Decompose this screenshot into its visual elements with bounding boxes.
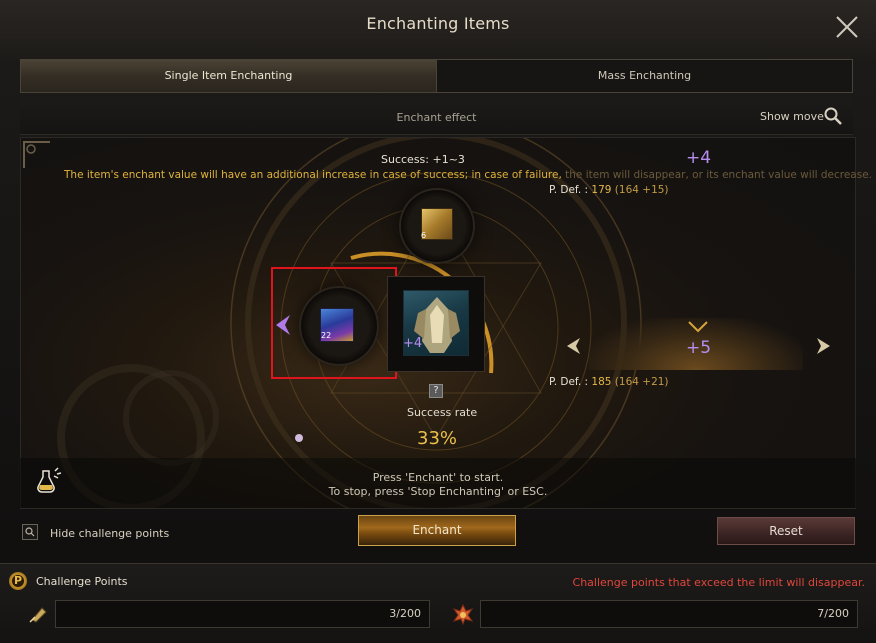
current-pdef-label: P. Def. : [549,184,592,196]
crest-challenge-icon[interactable] [452,603,474,625]
scroll-challenge-icon[interactable] [28,604,48,624]
chevron-down-icon [688,321,708,333]
scroll-count: 6 [421,231,427,240]
challenge-points-icon: P [9,572,27,590]
current-enchant-level: +4 [686,148,712,168]
next-pdef-detail: (164 +21) [611,376,669,388]
magnifier-icon[interactable] [823,106,843,126]
next-pdef-label: P. Def. : [549,376,592,388]
success-rate-value: 33% [417,428,458,449]
enchanting-window: Enchanting Items Single Item Enchanting … [0,0,876,643]
success-range-text: Success: +1~3 [381,153,465,166]
previous-level-arrow-icon[interactable] [564,336,582,356]
title-bar: Enchanting Items [0,0,876,52]
next-enchant-level: +5 [686,338,712,358]
next-pdef: P. Def. : 185 (164 +21) [549,376,669,388]
current-pdef-value: 179 [591,184,612,196]
purple-left-arrow-icon[interactable] [274,314,292,336]
success-rate-label: Success rate [407,406,478,419]
show-more-link[interactable]: Show move [760,110,824,123]
hide-challenge-points-label: Hide challenge points [50,527,170,540]
enchant-button[interactable]: Enchant [358,515,516,546]
item-enchant-level: +4 [403,336,423,351]
challenge-points-field-2: 7/200 [480,600,858,628]
tab-single-item-enchanting[interactable]: Single Item Enchanting [21,60,437,92]
window-title: Enchanting Items [366,14,510,33]
material-count: 22 [321,331,332,340]
instruction-line-2: To stop, press 'Stop Enchanting' or ESC. [328,485,548,498]
challenge-points-label: Challenge Points [36,575,128,588]
next-pdef-value: 185 [591,376,612,388]
enchant-effect-bar: Enchant effect Show move [20,97,853,135]
checkbox-magnifier-icon [25,527,35,537]
current-pdef-detail: (164 +15) [611,184,669,196]
challenge-points-field-1: 3/200 [55,600,430,628]
enchant-tabs: Single Item Enchanting Mass Enchanting [20,59,853,93]
next-level-arrow-icon[interactable] [815,336,833,356]
enchant-effect-label: Enchant effect [396,111,477,124]
close-button[interactable] [832,12,862,42]
warning-main: The item's enchant value will have an ad… [64,169,562,181]
help-icon[interactable]: ? [429,384,443,398]
tab-mass-enchanting[interactable]: Mass Enchanting [437,60,852,92]
current-pdef: P. Def. : 179 (164 +15) [549,184,669,196]
instruction-line-1: Press 'Enchant' to start. [372,471,504,484]
challenge-points-warning: Challenge points that exceed the limit w… [572,576,865,589]
enchant-warning-text: The item's enchant value will have an ad… [64,169,872,181]
warning-faded: the item will disappear, or its enchant … [561,169,873,181]
corner-ornament-icon [23,141,50,168]
reset-button[interactable]: Reset [717,517,855,545]
close-icon [836,16,858,38]
